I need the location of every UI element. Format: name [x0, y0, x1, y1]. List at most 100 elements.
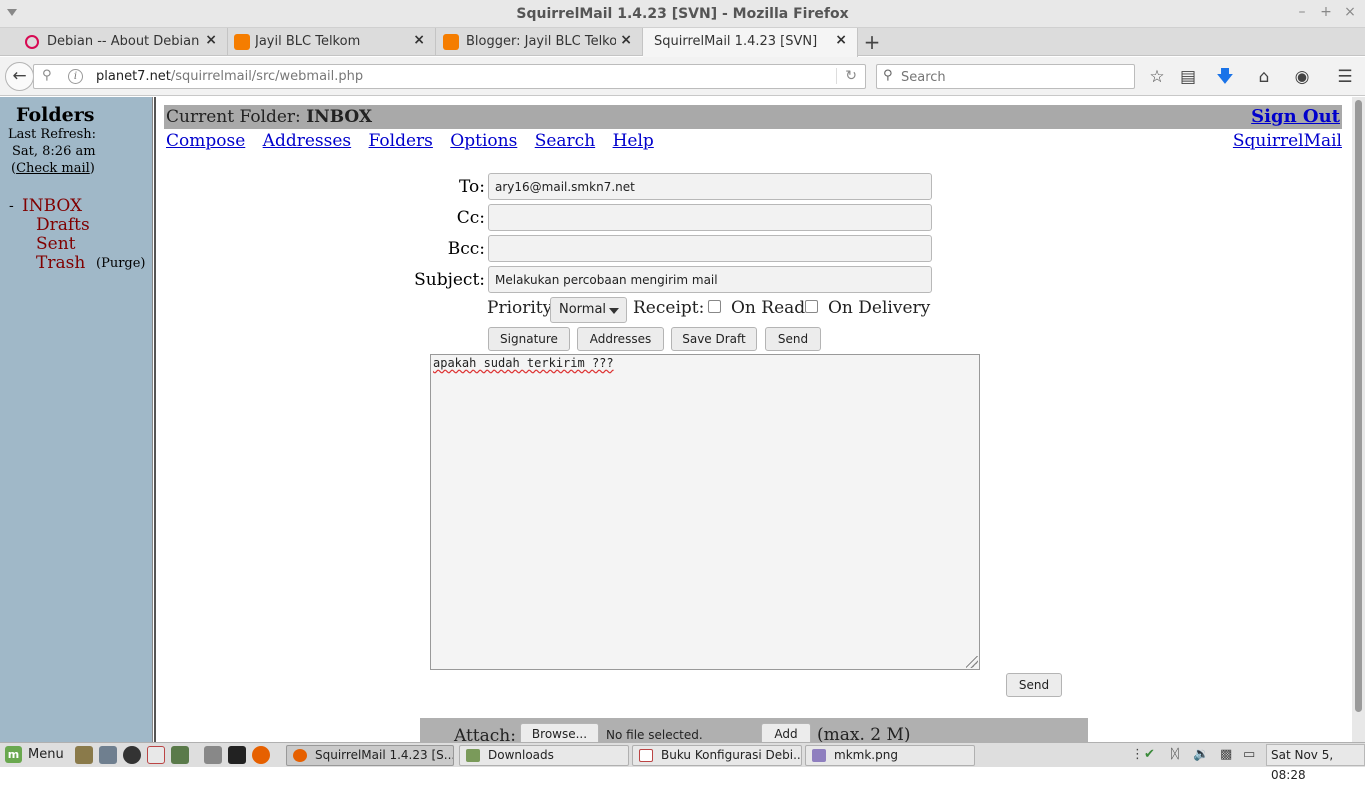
tab-squirrelmail[interactable]: SquirrelMail 1.4.23 [SVN] × [643, 28, 858, 57]
folder-trash[interactable]: Trash [36, 253, 85, 273]
on-read-label: On Read [731, 298, 806, 318]
no-file-text: No file selected. [606, 728, 703, 742]
tab-jayil-blc[interactable]: Jayil BLC Telkom × [228, 28, 436, 56]
task-label: Downloads [488, 748, 554, 762]
disk-icon[interactable] [171, 746, 189, 764]
resize-grip-icon[interactable] [966, 656, 978, 668]
task-downloads[interactable]: Downloads [459, 745, 629, 766]
folder-sent[interactable]: Sent [36, 234, 76, 254]
bookmark-star-icon[interactable]: ☆ [1146, 66, 1168, 88]
folder-inbox[interactable]: INBOX [22, 196, 82, 216]
compose-frame: Current Folder: INBOX Sign Out Compose A… [156, 97, 1352, 748]
tab-label: SquirrelMail 1.4.23 [SVN] [654, 34, 818, 49]
reading-list-icon[interactable]: ▤ [1177, 66, 1199, 88]
main-menu: Compose Addresses Folders Options Search… [166, 131, 666, 151]
tab-close-icon[interactable]: × [620, 32, 632, 48]
firefox-icon[interactable] [252, 746, 270, 764]
back-button[interactable]: ← [5, 62, 34, 91]
send-button-bottom[interactable]: Send [1006, 673, 1062, 697]
task-image[interactable]: mkmk.png [805, 745, 975, 766]
pocket-icon[interactable]: ◉ [1291, 66, 1313, 88]
download-icon[interactable]: 🡇 [1214, 66, 1236, 88]
network-icon[interactable]: ▩ [1220, 747, 1232, 762]
tray-dots-icon[interactable]: ⋮ [1131, 747, 1144, 762]
tab-label: Blogger: Jayil BLC Telkom... [466, 34, 616, 49]
bcc-label: Bcc: [447, 239, 485, 259]
system-monitor-icon[interactable] [75, 746, 93, 764]
bluetooth-icon[interactable]: ᛞ [1171, 747, 1179, 762]
subject-field[interactable] [488, 266, 932, 293]
folders-frame: Folders Last Refresh: Sat, 8:26 am (Chec… [0, 97, 152, 742]
shield-icon[interactable]: ✔ [1144, 747, 1155, 762]
terminal-icon[interactable] [228, 746, 246, 764]
menu-search[interactable]: Search [535, 131, 595, 151]
message-body-text: apakah sudah terkirim ??? [433, 356, 614, 370]
media-player-icon[interactable] [123, 746, 141, 764]
bcc-field[interactable] [488, 235, 932, 262]
receipt-label: Receipt: [633, 298, 705, 318]
tab-label: Debian -- About Debian [47, 34, 200, 49]
menu-help[interactable]: Help [613, 131, 654, 151]
on-delivery-checkbox[interactable] [805, 300, 818, 313]
addresses-button[interactable]: Addresses [577, 327, 664, 351]
tab-close-icon[interactable]: × [413, 32, 425, 48]
url-text[interactable]: planet7.net/squirrelmail/src/webmail.php [96, 69, 363, 84]
search-input[interactable] [901, 68, 1126, 86]
chevron-down-icon [609, 308, 619, 314]
blogger-icon [234, 34, 250, 50]
folder-drafts[interactable]: Drafts [36, 215, 90, 235]
priority-select[interactable]: Normal [550, 297, 627, 323]
purge-link[interactable]: (Purge) [96, 256, 146, 271]
task-label: Buku Konfigurasi Debi... [661, 748, 802, 762]
text-editor-icon[interactable] [147, 746, 165, 764]
tab-close-icon[interactable]: × [205, 32, 217, 48]
to-label: To: [459, 177, 485, 197]
volume-icon[interactable]: 🔉 [1193, 747, 1209, 762]
sign-out-link[interactable]: Sign Out [1251, 106, 1340, 127]
search-bar[interactable]: ⚲ [876, 64, 1135, 89]
check-mail-link[interactable]: Check mail [16, 161, 90, 176]
new-tab-button[interactable]: + [862, 30, 882, 54]
menu-compose[interactable]: Compose [166, 131, 245, 151]
to-field[interactable] [488, 173, 932, 200]
battery-icon[interactable]: ▭ [1243, 747, 1255, 762]
current-folder-name: INBOX [306, 107, 373, 127]
page-scrollbar[interactable] [1352, 97, 1365, 742]
menu-options[interactable]: Options [450, 131, 517, 151]
hamburger-menu-icon[interactable]: ☰ [1334, 66, 1356, 88]
url-path: /squirrelmail/src/webmail.php [170, 69, 364, 84]
signature-button[interactable]: Signature [488, 327, 570, 351]
tab-blogger[interactable]: Blogger: Jayil BLC Telkom... × [436, 28, 643, 56]
tab-debian[interactable]: Debian -- About Debian × [15, 28, 228, 56]
menu-folders[interactable]: Folders [369, 131, 433, 151]
save-draft-button[interactable]: Save Draft [671, 327, 757, 351]
home-icon[interactable]: ⌂ [1253, 66, 1275, 88]
url-host: planet7.net [96, 69, 171, 84]
show-desktop-icon[interactable] [204, 746, 222, 764]
navigation-toolbar: ← ⚲ i planet7.net/squirrelmail/src/webma… [0, 57, 1365, 96]
start-menu-button[interactable]: m Menu [5, 746, 64, 763]
send-button-top[interactable]: Send [765, 327, 821, 351]
task-document[interactable]: Buku Konfigurasi Debi... [632, 745, 802, 766]
scrollbar-thumb[interactable] [1355, 100, 1362, 712]
minimize-button[interactable]: – [1294, 4, 1310, 20]
on-read-checkbox[interactable] [708, 300, 721, 313]
maximize-button[interactable]: + [1318, 4, 1334, 20]
clock[interactable]: Sat Nov 5, 08:28 [1266, 744, 1365, 782]
file-manager-icon[interactable] [99, 746, 117, 764]
tab-close-icon[interactable]: × [835, 32, 847, 48]
menu-addresses[interactable]: Addresses [263, 131, 351, 151]
firefox-icon [293, 749, 307, 762]
info-icon[interactable]: i [68, 69, 83, 84]
cc-field[interactable] [488, 204, 932, 231]
url-bar[interactable]: ⚲ i planet7.net/squirrelmail/src/webmail… [33, 64, 866, 89]
current-folder-label: Current Folder: [166, 107, 301, 127]
folders-title: Folders [16, 104, 95, 126]
key-icon[interactable]: ⚲ [42, 68, 52, 83]
squirrelmail-link[interactable]: SquirrelMail [1233, 131, 1342, 151]
reload-icon[interactable]: ↻ [836, 68, 857, 84]
task-firefox[interactable]: SquirrelMail 1.4.23 [S... [286, 745, 454, 766]
search-icon: ⚲ [883, 68, 893, 83]
close-window-button[interactable]: × [1342, 4, 1358, 20]
message-body[interactable]: apakah sudah terkirim ??? [430, 354, 980, 670]
